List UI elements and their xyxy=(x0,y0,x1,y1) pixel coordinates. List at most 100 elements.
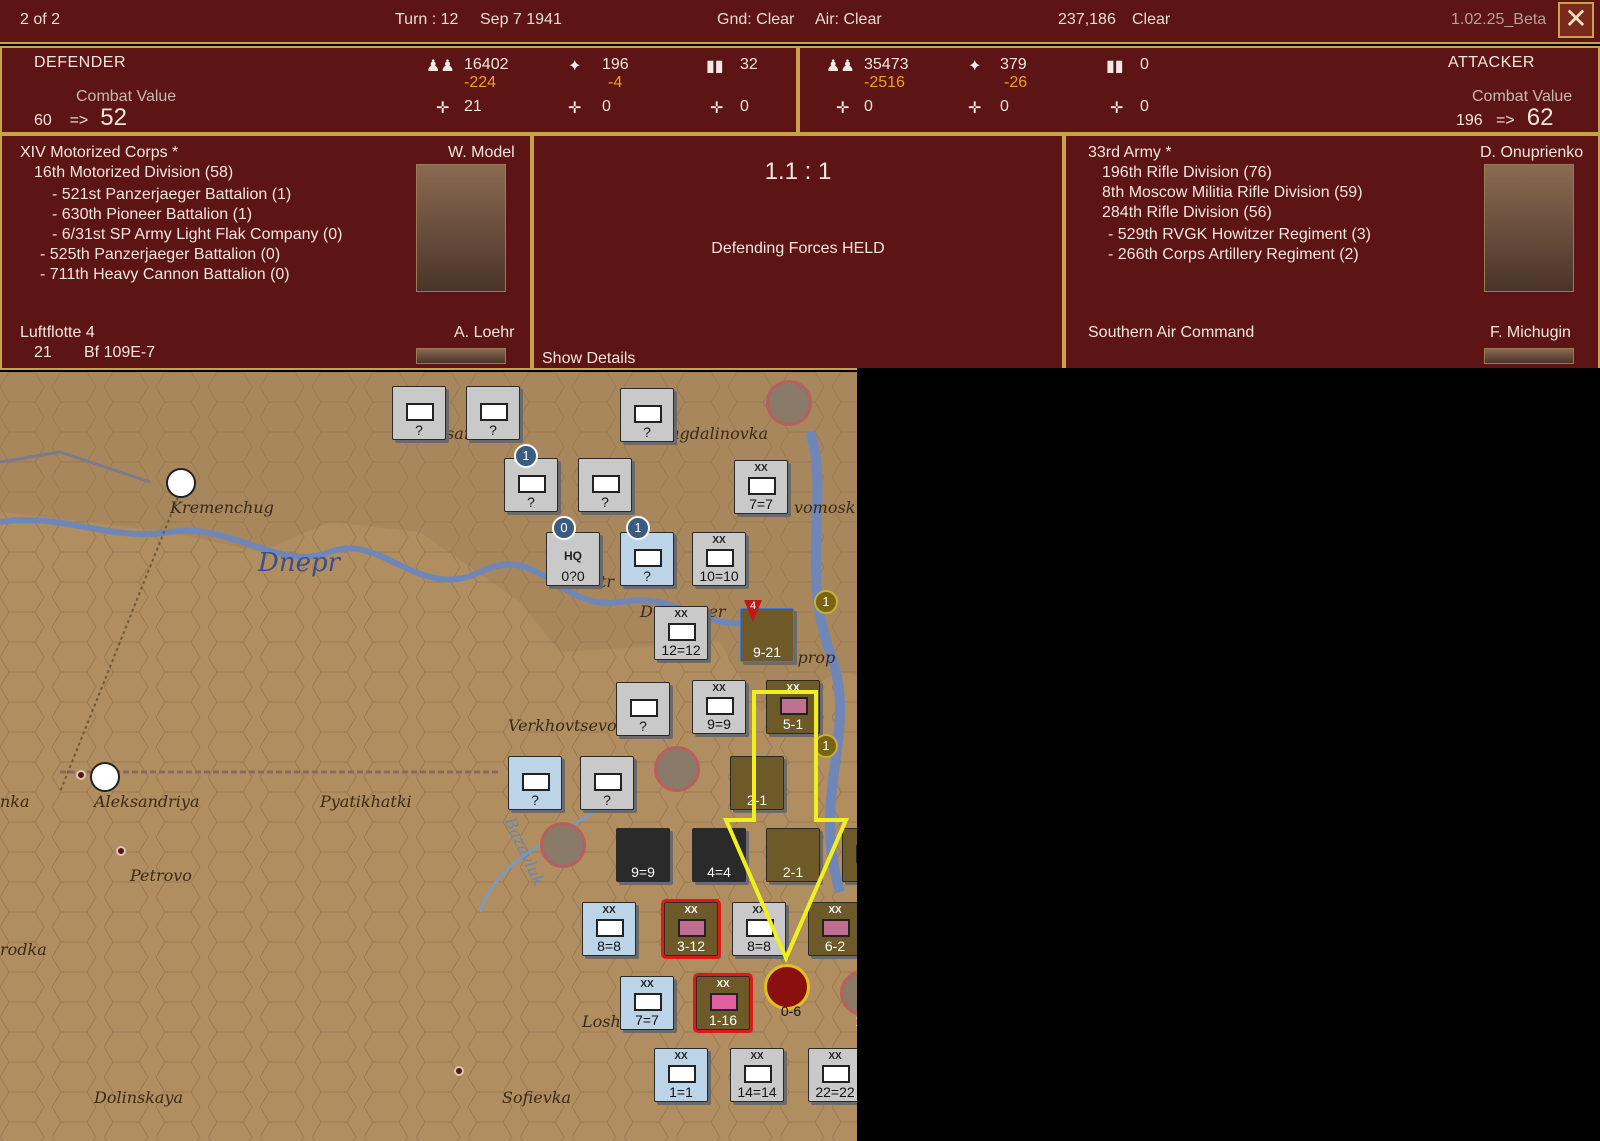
attacker-cv-to: 62 xyxy=(1526,104,1554,131)
unit-counter[interactable]: XX 10=10 xyxy=(692,532,746,586)
defender-tanks: 32 xyxy=(740,56,758,73)
defender-corps: XIV Motorized Corps * xyxy=(20,144,179,161)
unit-counter[interactable]: ? xyxy=(580,756,634,810)
town-partial-losh: Losh xyxy=(582,1012,621,1031)
town-verkhovtsevo: Verkhovtsevo xyxy=(508,716,617,735)
hex-coordinates: 237,186 xyxy=(1058,11,1116,28)
unit-counter-engaged[interactable]: XX 3-12 xyxy=(661,899,721,959)
offscreen-area xyxy=(857,368,1600,1141)
defender-unit-1: 16th Motorized Division (58) xyxy=(34,164,234,181)
unit-counter[interactable]: ? xyxy=(616,682,670,736)
attacker-unit-4: - 529th RVGK Howitzer Regiment (3) xyxy=(1108,226,1371,243)
unit-count-badge: 0 xyxy=(552,516,576,540)
airbase-kremenchug-icon[interactable] xyxy=(166,468,196,498)
unit-counter[interactable]: XX 7=7 xyxy=(734,460,788,514)
show-details-link[interactable]: Show Details xyxy=(542,350,635,368)
unit-counter[interactable]: ? xyxy=(392,386,446,440)
town-kremenchug: Kremenchug xyxy=(170,498,274,517)
attacker-guns: 379 xyxy=(1000,56,1027,73)
attacker-air-leader-portrait xyxy=(1484,348,1574,364)
defender-cv-to: 52 xyxy=(100,104,127,131)
town-partial-dnepropetrovsk: eprop xyxy=(788,648,836,667)
tank-icon: ▮▮ xyxy=(1106,58,1124,75)
unit-counter[interactable]: ? xyxy=(466,386,520,440)
hq-counter[interactable]: HQ 0?0 xyxy=(546,532,600,586)
city-aleksandriya-icon xyxy=(76,770,86,780)
combat-result-panel: 1.1 : 1 Defending Forces HELD Show Detai… xyxy=(532,134,1064,370)
defender-air-leader: A. Loehr xyxy=(454,324,515,341)
airbase-aleksandriya-icon[interactable] xyxy=(90,762,120,792)
unit-counter[interactable]: XX 22=22 xyxy=(808,1048,862,1102)
unit-counter[interactable]: ? xyxy=(578,458,632,512)
defender-unit-4: - 6/31st SP Army Light Flak Company (0) xyxy=(52,226,343,243)
attacker-unit-1: 196th Rifle Division (76) xyxy=(1102,164,1272,181)
close-button[interactable]: ✕ xyxy=(1558,2,1594,38)
attacker-air-leader: F. Michugin xyxy=(1490,324,1571,341)
town-petrovo: Petrovo xyxy=(130,866,192,885)
attacker-transports: 0 xyxy=(1140,98,1149,115)
defender-air-count: 21 xyxy=(34,344,52,361)
defender-fighters: 21 xyxy=(464,98,482,115)
defender-air-type: Bf 109E-7 xyxy=(84,344,156,361)
unit-counter[interactable]: XX 1=1 xyxy=(654,1048,708,1102)
river-dnepr-label: Dnepr xyxy=(258,548,341,578)
tank-icon: ▮▮ xyxy=(706,58,724,75)
unit-counter-engaged[interactable]: XX 1-16 xyxy=(693,973,753,1033)
bomber-icon: ✛ xyxy=(568,100,582,117)
attacker-air-command: Southern Air Command xyxy=(1088,324,1255,341)
town-partial-west: nka xyxy=(0,792,30,811)
unit-tank-round[interactable] xyxy=(540,822,586,868)
attacker-cv-values: 196 => 62 xyxy=(1456,104,1553,132)
defender-stats-panel: DEFENDER Combat Value 60 => 52 ♟♟ 16402 -… xyxy=(0,46,798,134)
unit-counter-active[interactable]: 9-21 xyxy=(740,608,794,662)
unit-tank-round[interactable] xyxy=(654,746,700,792)
unit-counter[interactable]: XX 8=8 xyxy=(582,902,636,956)
defender-bombers: 0 xyxy=(602,98,611,115)
defender-guns-loss: -4 xyxy=(608,74,623,91)
unit-counter[interactable]: ? xyxy=(620,532,674,586)
defender-unit-2: - 521st Panzerjaeger Battalion (1) xyxy=(52,186,292,203)
transport-icon: ✛ xyxy=(710,100,724,117)
town-partial-d: D xyxy=(640,602,653,621)
attacker-cv-from: 196 xyxy=(1456,112,1483,129)
attacker-guns-loss: -26 xyxy=(1004,74,1028,91)
attacker-bombers: 0 xyxy=(1000,98,1009,115)
defender-air-command: Luftflotte 4 xyxy=(20,324,95,341)
unit-counter[interactable]: XX 14=14 xyxy=(730,1048,784,1102)
defender-unit-3: - 630th Pioneer Battalion (1) xyxy=(52,206,253,223)
fighter-icon: ✛ xyxy=(436,100,450,117)
attacker-leader-portrait xyxy=(1484,164,1574,292)
unit-counter[interactable]: ? xyxy=(620,388,674,442)
unit-tank-round[interactable] xyxy=(766,380,812,426)
unit-counter[interactable]: XX 12=12 xyxy=(654,606,708,660)
air-weather: Air: Clear xyxy=(815,11,882,28)
ground-weather: Gnd: Clear xyxy=(717,11,795,28)
unit-counter[interactable]: ? xyxy=(508,756,562,810)
unit-counter-label[interactable]: 0-6 xyxy=(768,990,814,1020)
combat-outcome: Defending Forces HELD xyxy=(711,240,885,257)
defender-air-leader-portrait xyxy=(416,348,506,364)
unit-counter[interactable]: XX 7=7 xyxy=(620,976,674,1030)
town-magdalinovka: agdalinovka xyxy=(670,424,769,443)
close-icon: ✕ xyxy=(1564,3,1588,34)
defender-unit-5: - 525th Panzerjaeger Battalion (0) xyxy=(40,246,281,263)
attacker-unit-2: 8th Moscow Militia Rifle Division (59) xyxy=(1102,184,1363,201)
attacker-unit-3: 284th Rifle Division (56) xyxy=(1102,204,1272,221)
defender-leader: W. Model xyxy=(448,144,515,161)
unit-counter[interactable]: 9=9 xyxy=(616,828,670,882)
unit-count-badge: 1 xyxy=(514,444,538,468)
town-aleksandriya: Aleksandriya xyxy=(94,792,200,811)
attacker-cv-arrow: => xyxy=(1496,112,1515,129)
fighter-icon: ✛ xyxy=(836,100,850,117)
page-indicator: 2 of 2 xyxy=(20,11,61,28)
attacker-leader: D. Onuprienko xyxy=(1480,144,1584,161)
defender-cv-from: 60 xyxy=(34,112,52,129)
attacker-unit-5: - 266th Corps Artillery Regiment (2) xyxy=(1108,246,1359,263)
hex-map[interactable]: Dnepr Bazavluk Kremenchug Verkhovtsevo A… xyxy=(0,372,890,1141)
attack-arrow-icon xyxy=(722,690,850,964)
hex-terrain: Clear xyxy=(1132,11,1171,28)
attacker-title: ATTACKER xyxy=(1448,54,1535,71)
city-sofievka-icon xyxy=(454,1066,464,1076)
bomber-icon: ✛ xyxy=(968,100,982,117)
defender-cv-values: 60 => 52 xyxy=(34,104,127,132)
